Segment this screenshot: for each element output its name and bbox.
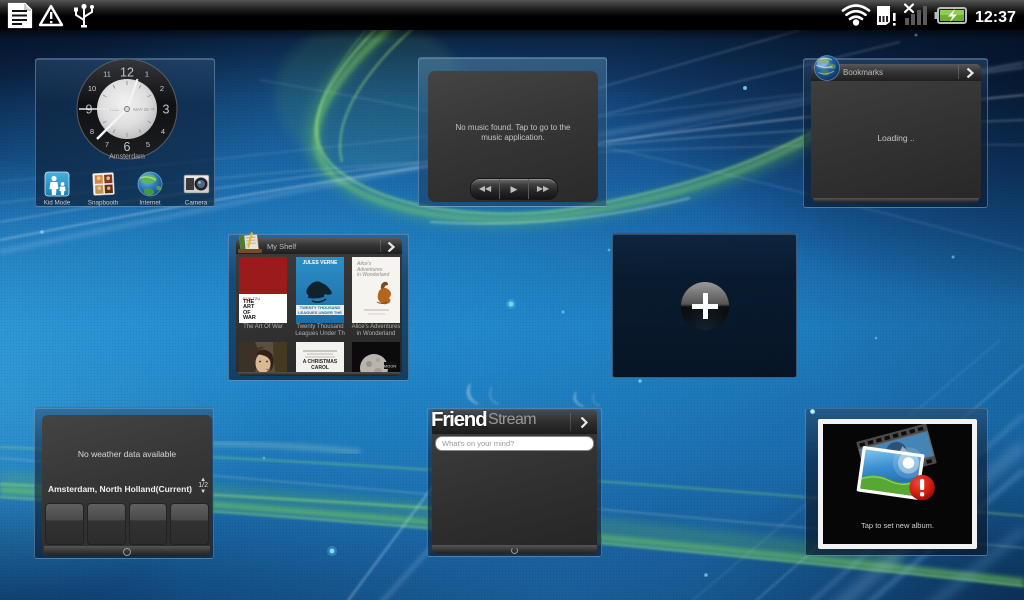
svg-text:7: 7 [105, 140, 109, 149]
svg-text:12: 12 [120, 66, 134, 80]
svg-text:MAY 26: MAY 26 [133, 107, 149, 112]
svg-text:6: 6 [124, 140, 131, 154]
svg-text:1: 1 [145, 70, 149, 79]
svg-text:Internet: Internet [139, 200, 161, 207]
svg-text:8: 8 [90, 127, 94, 136]
svg-text:11: 11 [103, 70, 111, 79]
svg-text:Kid Mode: Kid Mode [44, 200, 71, 207]
svg-text:Camera: Camera [185, 200, 208, 207]
svg-text:3: 3 [163, 103, 170, 117]
svg-text:Snapbooth: Snapbooth [88, 200, 119, 207]
svg-text:2: 2 [160, 84, 164, 93]
svg-text:12:37: 12:37 [975, 9, 1016, 26]
svg-text:10: 10 [88, 84, 96, 93]
svg-text:4: 4 [161, 127, 165, 136]
svg-text:5: 5 [146, 140, 150, 149]
svg-text:MOON: MOON [384, 364, 397, 369]
svg-text:Amsterdam: Amsterdam [109, 154, 145, 161]
